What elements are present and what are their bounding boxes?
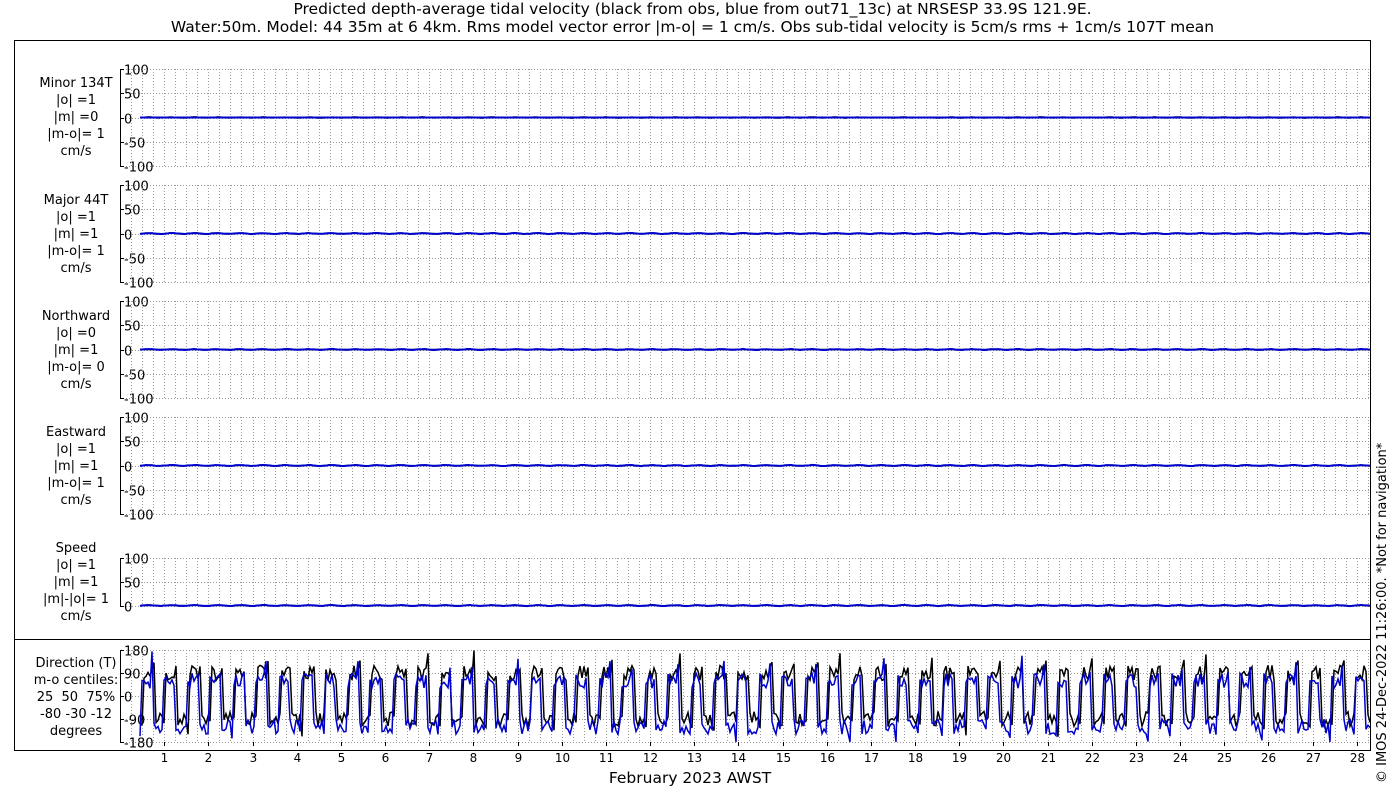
series-model-speed (139, 603, 1371, 608)
x-axis-label: February 2023 AWST (608, 769, 772, 787)
x-tick-label: 4 (294, 751, 302, 765)
x-tick-label: 19 (952, 751, 967, 765)
x-tick-label: 1 (161, 751, 169, 765)
x-tick-label: 2 (205, 751, 213, 765)
x-tick-label: 10 (555, 751, 570, 765)
y-tick-label: -100 (124, 393, 154, 408)
panel-eastward: 100500-50-100 (120, 412, 1371, 524)
x-tick-label: 22 (1085, 751, 1100, 765)
x-tick-label: 20 (996, 751, 1011, 765)
x-tick-label: 8 (470, 751, 478, 765)
chart-figure: 100500-50-100100500-50-100100500-50-1001… (14, 40, 1371, 765)
panel-minor: 100500-50-100 (120, 64, 1371, 176)
panel-northward: 100500-50-100 (120, 296, 1371, 408)
x-tick-label: 26 (1261, 751, 1276, 765)
y-tick-label: -100 (124, 509, 154, 524)
x-tick-label: 5 (338, 751, 346, 765)
x-tick-label: 13 (687, 751, 702, 765)
series-model-northward (139, 347, 1371, 352)
x-tick-label: 17 (864, 751, 879, 765)
x-tick-label: 14 (731, 751, 746, 765)
x-tick-label: 7 (426, 751, 434, 765)
panel-label-northward: Northward |o| =0 |m| =1 |m-o|= 0 cm/s (41, 309, 111, 392)
x-tick-label: 3 (250, 751, 258, 765)
x-tick-label: 9 (515, 751, 523, 765)
x-tick-label: 6 (382, 751, 390, 765)
x-tick-label: 28 (1350, 751, 1365, 765)
panel-major: 100500-50-100 (120, 180, 1371, 292)
series-model-eastward (139, 463, 1371, 468)
x-tick-label: 18 (908, 751, 923, 765)
credit-text: © IMOS 24-Dec-2022 11:26:00. *Not for na… (1375, 442, 1390, 783)
x-tick-label: 15 (776, 751, 791, 765)
x-tick-label: 25 (1217, 751, 1232, 765)
series-model-major (139, 231, 1371, 236)
y-tick-label: -100 (124, 277, 154, 292)
x-tick-label: 11 (599, 751, 614, 765)
panel-direction: 180900-90-180 (120, 645, 1371, 752)
panel-label-speed: Speed |o| =1 |m| =1 |m|-|o|= 1 cm/s (42, 541, 110, 624)
panel-label-minor: Minor 134T |o| =1 |m| =0 |m-o|= 1 cm/s (39, 76, 113, 159)
panel-label-direction: Direction (T) m-o centiles: 25 50 75% -8… (33, 656, 119, 739)
y-tick-label: -100 (124, 161, 154, 176)
x-tick-label: 21 (1041, 751, 1056, 765)
x-tick-label: 16 (820, 751, 835, 765)
panel-label-major: Major 44T |o| =1 |m| =1 |m-o|= 1 cm/s (43, 193, 109, 276)
x-tick-label: 27 (1306, 751, 1321, 765)
x-tick-label: 12 (643, 751, 658, 765)
x-tick-label: 23 (1129, 751, 1144, 765)
panel-speed: 100500 (120, 553, 1371, 616)
x-tick-label: 24 (1173, 751, 1188, 765)
upper-frame (14, 40, 1371, 640)
panel-label-eastward: Eastward |o| =1 |m| =1 |m-o|= 1 cm/s (45, 425, 107, 508)
